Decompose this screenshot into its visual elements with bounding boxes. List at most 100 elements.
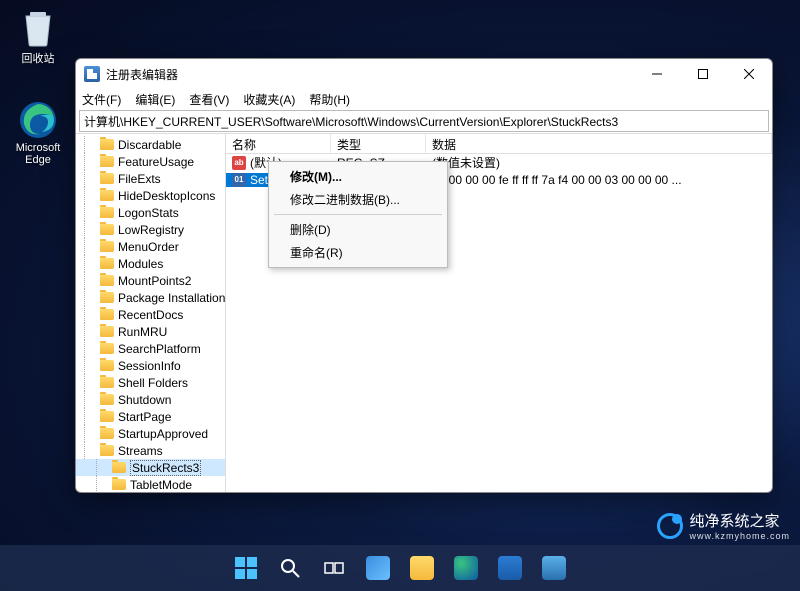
tree-item-label: LogonStats	[118, 206, 179, 220]
taskbar-edge[interactable]	[447, 549, 485, 587]
tree-item[interactable]: Package Installation	[76, 289, 225, 306]
tree-item[interactable]: Shell Folders	[76, 374, 225, 391]
tree-item-label: StartupApproved	[118, 427, 208, 441]
taskview-button[interactable]	[315, 549, 353, 587]
watermark-url: www.kzmyhome.com	[689, 531, 790, 541]
folder-icon	[100, 360, 114, 371]
tree-item-label: Shutdown	[118, 393, 171, 407]
tree-item-label: StartPage	[118, 410, 171, 424]
folder-icon	[100, 309, 114, 320]
folder-icon	[112, 479, 126, 490]
tree-item-label: RunMRU	[118, 325, 167, 339]
value-data: (数值未设置)	[426, 154, 772, 171]
menu-file[interactable]: 文件(F)	[82, 91, 121, 108]
tree-item[interactable]: Modules	[76, 255, 225, 272]
address-bar[interactable]: 计算机\HKEY_CURRENT_USER\Software\Microsoft…	[79, 110, 769, 132]
tree-item[interactable]: RunMRU	[76, 323, 225, 340]
col-header-type[interactable]: 类型	[331, 134, 426, 153]
tree-item[interactable]: StartupApproved	[76, 425, 225, 442]
window-title: 注册表编辑器	[106, 66, 178, 83]
registry-tree[interactable]: Discardable FeatureUsage FileExts HideDeskt…	[76, 134, 226, 492]
folder-icon	[100, 343, 114, 354]
folder-icon	[100, 241, 114, 252]
context-menu-item[interactable]: 删除(D)	[272, 218, 444, 241]
folder-icon	[100, 377, 114, 388]
binary-value-icon: 01	[232, 173, 246, 187]
folder-icon	[100, 156, 114, 167]
taskbar-regedit[interactable]	[535, 549, 573, 587]
folder-icon	[100, 428, 114, 439]
taskbar-explorer[interactable]	[403, 549, 441, 587]
watermark-icon	[657, 513, 683, 539]
folder-icon	[100, 258, 114, 269]
watermark-text: 纯净系统之家	[689, 513, 779, 530]
context-menu: 修改(M)...修改二进制数据(B)... 删除(D)重命名(R)	[268, 161, 448, 268]
tree-item[interactable]: StuckRects3	[76, 459, 225, 476]
list-header: 名称 类型 数据	[226, 134, 772, 154]
tree-item[interactable]: Discardable	[76, 136, 225, 153]
tree-item-label: RecentDocs	[118, 308, 183, 322]
folder-icon	[100, 394, 114, 405]
desktop-icon-label: 回收站	[8, 50, 68, 66]
context-menu-item[interactable]: 重命名(R)	[272, 241, 444, 264]
menu-edit[interactable]: 编辑(E)	[135, 91, 175, 108]
tree-item[interactable]: LogonStats	[76, 204, 225, 221]
app-icon	[84, 66, 100, 82]
tree-item[interactable]: SessionInfo	[76, 357, 225, 374]
folder-icon	[100, 275, 114, 286]
tree-item-label: TabletMode	[130, 478, 192, 492]
tree-item-label: Streams	[118, 444, 163, 458]
tree-item-label: FileExts	[118, 172, 161, 186]
minimize-button[interactable]	[634, 59, 680, 89]
folder-icon	[100, 207, 114, 218]
tree-item[interactable]: MenuOrder	[76, 238, 225, 255]
menu-view[interactable]: 查看(V)	[189, 91, 229, 108]
tree-item[interactable]: Shutdown	[76, 391, 225, 408]
folder-icon	[100, 224, 114, 235]
tree-item[interactable]: StartPage	[76, 408, 225, 425]
folder-icon	[100, 292, 114, 303]
tree-item-label: SearchPlatform	[118, 342, 201, 356]
folder-icon	[100, 173, 114, 184]
tree-item-label: SessionInfo	[118, 359, 181, 373]
maximize-button[interactable]	[680, 59, 726, 89]
tree-item[interactable]: FeatureUsage	[76, 153, 225, 170]
folder-icon	[100, 139, 114, 150]
tree-item-label: FeatureUsage	[118, 155, 194, 169]
taskbar-store[interactable]	[491, 549, 529, 587]
col-header-name[interactable]: 名称	[226, 134, 331, 153]
recycle-bin-icon	[18, 8, 58, 48]
tree-item[interactable]: RecentDocs	[76, 306, 225, 323]
menu-separator	[274, 214, 442, 215]
context-menu-item[interactable]: 修改(M)...	[272, 165, 444, 188]
tree-item[interactable]: TabletMode	[76, 476, 225, 492]
close-button[interactable]	[726, 59, 772, 89]
col-header-data[interactable]: 数据	[426, 134, 772, 153]
desktop-icon-label: Microsoft Edge	[8, 142, 68, 166]
folder-icon	[100, 411, 114, 422]
folder-icon	[100, 190, 114, 201]
titlebar[interactable]: 注册表编辑器	[76, 59, 772, 89]
tree-item[interactable]: HideDesktopIcons	[76, 187, 225, 204]
tree-item-label: HideDesktopIcons	[118, 189, 215, 203]
start-button[interactable]	[227, 549, 265, 587]
desktop-icon-recycle-bin[interactable]: 回收站	[8, 8, 68, 66]
tree-item[interactable]: FileExts	[76, 170, 225, 187]
tree-item-label: Package Installation	[118, 291, 225, 305]
tree-item-label: LowRegistry	[118, 223, 184, 237]
widgets-button[interactable]	[359, 549, 397, 587]
search-button[interactable]	[271, 549, 309, 587]
tree-item[interactable]: SearchPlatform	[76, 340, 225, 357]
menu-favorites[interactable]: 收藏夹(A)	[243, 91, 295, 108]
folder-icon	[112, 462, 126, 473]
menu-help[interactable]: 帮助(H)	[309, 91, 350, 108]
tree-item-label: Shell Folders	[118, 376, 188, 390]
tree-item[interactable]: Streams	[76, 442, 225, 459]
context-menu-item[interactable]: 修改二进制数据(B)...	[272, 188, 444, 211]
tree-item[interactable]: LowRegistry	[76, 221, 225, 238]
desktop-icon-edge[interactable]: Microsoft Edge	[8, 100, 68, 166]
taskbar	[0, 545, 800, 591]
tree-item-label: MenuOrder	[118, 240, 179, 254]
tree-item[interactable]: MountPoints2	[76, 272, 225, 289]
menubar: 文件(F) 编辑(E) 查看(V) 收藏夹(A) 帮助(H)	[76, 89, 772, 109]
